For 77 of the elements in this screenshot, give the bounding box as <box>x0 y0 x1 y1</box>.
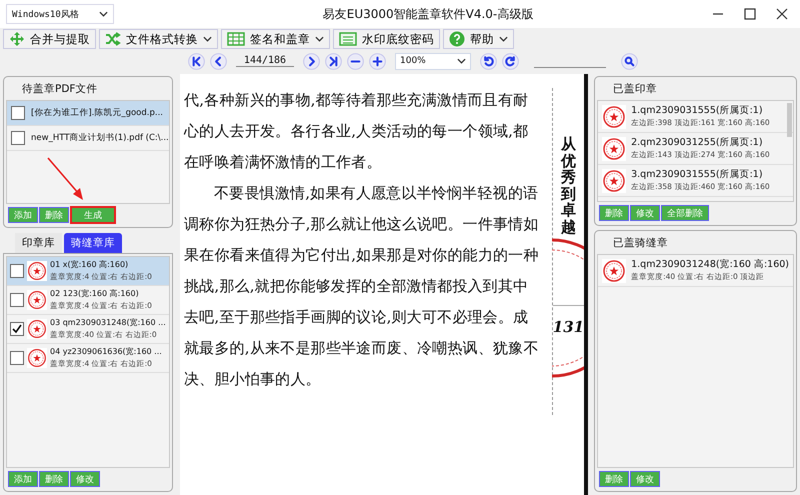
tab[interactable]: 印章库 <box>15 233 62 253</box>
tab[interactable]: 骑缝章库 <box>64 233 122 253</box>
file-name: new_HTT商业计划书(1).pdf (C:\... <box>31 132 169 144</box>
panel-title: 待盖章PDF文件 <box>21 82 98 97</box>
style-dropdown[interactable]: Windows10风格 <box>6 4 114 24</box>
stamp-name: 1.qm2309031248(宽:160 高:160) <box>631 258 789 270</box>
text-line: 挑战,那么,就把你能够发挥的全部激情都投入到其中 <box>184 276 530 297</box>
text-line: 不要畏惧激情,如果有人愿意以半怜悯半轻视的语 <box>213 183 540 204</box>
list-icon <box>339 32 357 46</box>
seal-icon <box>602 258 626 282</box>
toolbar-button[interactable]: 帮助 <box>443 29 514 49</box>
last-page-icon[interactable] <box>325 52 342 70</box>
text-line: 心的人去开发。各行各业,人类活动的每一个领域,都 <box>184 121 530 142</box>
stamp-name: 2.qm2309031255(所属页:1) <box>631 136 764 148</box>
close-icon[interactable] <box>776 8 788 20</box>
scrollbar[interactable] <box>787 103 792 137</box>
zoom-dropdown[interactable]: 100% <box>395 52 471 70</box>
seal-icon <box>602 104 626 128</box>
rotate-left-icon[interactable] <box>480 52 497 70</box>
text-line: 代,各种新兴的事物,都等待着那些充满激情而且有耐 <box>184 90 530 111</box>
seal-icon <box>27 261 47 281</box>
help-icon <box>449 31 465 47</box>
toolbar-button[interactable]: 水印底纹密码 <box>333 29 440 49</box>
page-field[interactable]: 144/186 <box>236 55 294 67</box>
chapter-heading: 从优秀到卓越 <box>560 136 576 235</box>
stamp-name: 03 qm2309031248(宽:160 ... <box>50 317 166 329</box>
chevron-down-icon <box>457 58 466 64</box>
chevron-down-icon <box>203 36 212 42</box>
maximize-icon[interactable] <box>744 8 756 20</box>
dropdown-value: 100% <box>400 56 426 66</box>
toolbar-button[interactable]: 文件格式转换 <box>99 29 218 49</box>
text-line: 去吧,至于那些指手画脚的议论,则大可不必理会。成 <box>184 307 530 328</box>
text-line: 调称你为狂热分子,那么就让他这么说吧。一件事情如 <box>184 214 540 235</box>
chevron-down-icon <box>99 11 108 17</box>
search-icon[interactable] <box>621 52 638 70</box>
stamp-name: 01 x(宽:160 高:160) <box>50 259 130 271</box>
text-line: 在呼唤着满怀激情的工作者。 <box>184 152 383 173</box>
checkbox[interactable] <box>11 131 25 145</box>
stamp-name: 3.qm2309031555(所属页:1) <box>631 168 764 180</box>
seal-icon <box>602 168 626 192</box>
move-arrows-icon <box>9 31 25 47</box>
text-line: 果在你看来值得为它付出,如果那是对你的能力的一种 <box>184 245 540 266</box>
dropdown-value: Windows10风格 <box>12 8 79 20</box>
next-page-icon[interactable] <box>303 52 320 70</box>
zoom-in-icon[interactable] <box>369 52 386 70</box>
rotate-right-icon[interactable] <box>502 52 519 70</box>
table-icon <box>227 32 245 46</box>
seal-icon <box>27 348 47 368</box>
seal-icon <box>27 290 47 310</box>
stamp-name: 02 123(宽:160 高:160) <box>50 288 140 300</box>
annotation-arrow <box>46 156 86 202</box>
previous-page-icon[interactable] <box>210 52 227 70</box>
chevron-down-icon <box>315 36 324 42</box>
checkbox[interactable] <box>11 106 25 120</box>
zoom-out-icon[interactable] <box>347 52 364 70</box>
window-title: 易友EU3000智能盖章软件V4.0-高级版 <box>322 6 534 22</box>
seal-icon <box>27 319 47 339</box>
checkbox[interactable] <box>10 293 24 307</box>
first-page-icon[interactable] <box>188 52 205 70</box>
text-line: 决、胆小怕事的人。 <box>184 369 322 390</box>
file-item[interactable]: [你在为谁工作].陈凯元_good.p... <box>7 101 169 126</box>
checkbox[interactable] <box>10 322 24 336</box>
page-number: 131 <box>552 305 584 336</box>
shuffle-icon <box>105 31 121 47</box>
stamp-name: 04 yz2309061636(宽:160 ... <box>50 346 162 358</box>
stamp-name: 1.qm2309031555(所属页:1) <box>631 104 764 116</box>
checkbox[interactable] <box>10 264 24 278</box>
chevron-down-icon <box>499 36 508 42</box>
panel-title: 已盖印章 <box>612 82 658 97</box>
checkbox[interactable] <box>10 351 24 365</box>
file-item[interactable]: new_HTT商业计划书(1).pdf (C:\... <box>7 126 169 151</box>
panel-title: 已盖骑缝章 <box>612 236 670 251</box>
seal-icon <box>602 136 626 160</box>
text-line: 就最多的,从来不是那些半途而废、冷嘲热讽、犹豫不 <box>184 338 540 359</box>
toolbar-button[interactable]: 签名和盖章 <box>221 29 330 49</box>
toolbar-button[interactable]: 合并与提取 <box>3 29 96 49</box>
file-name: [你在为谁工作].陈凯元_good.p... <box>31 107 163 119</box>
